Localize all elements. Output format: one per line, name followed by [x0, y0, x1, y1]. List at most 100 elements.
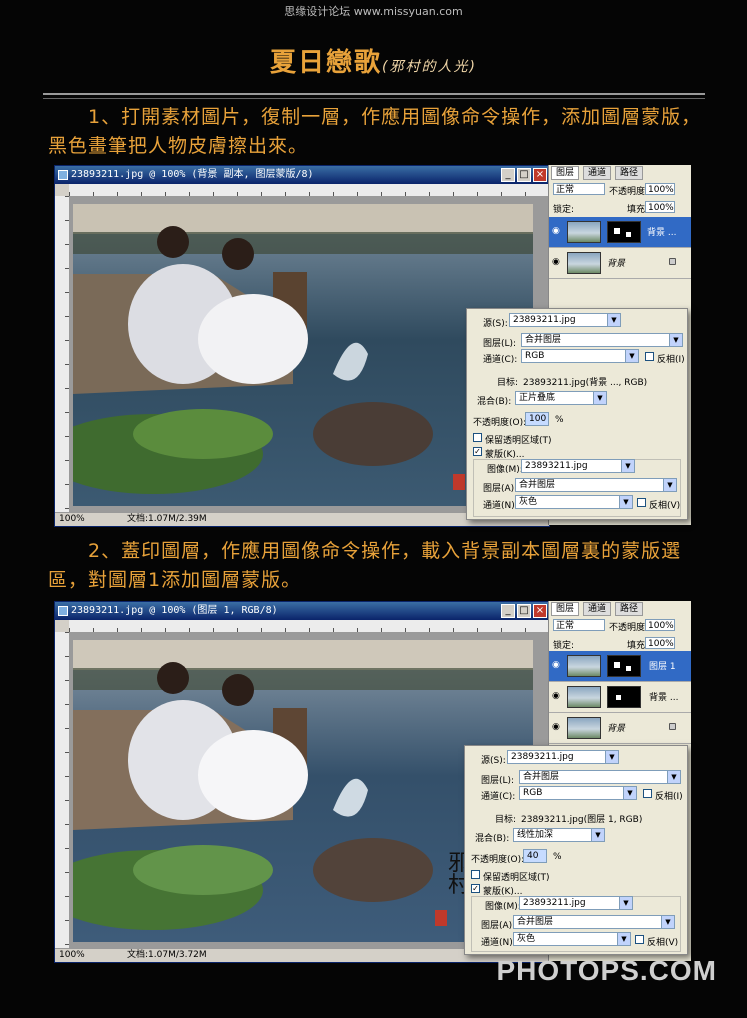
maximize-button[interactable]: □	[517, 168, 531, 182]
step1-text: 1、打開素材圖片，復制一層，作應用圖像命令操作，添加圖層蒙版，黑色畫筆把人物皮膚…	[48, 106, 702, 157]
window-titlebar[interactable]: 23893211.jpg @ 100% (背景 副本, 图层蒙版/8)	[55, 166, 549, 184]
opacity-label: 不透明度(O):	[471, 855, 525, 865]
mask-image-select[interactable]: 23893211.jpg ▼	[521, 459, 635, 473]
opacity-input[interactable]: 40	[523, 849, 547, 863]
maximize-button[interactable]: □	[517, 604, 531, 618]
chevron-down-icon: ▼	[593, 392, 606, 404]
layer-select[interactable]: 合并图层 ▼	[521, 333, 683, 347]
opacity-label: 不透明度:	[609, 187, 649, 197]
invert-checkbox[interactable]	[645, 352, 654, 361]
layer-row[interactable]: ◉ 背景 ...	[549, 217, 691, 248]
channel-select[interactable]: RGB ▼	[519, 786, 637, 800]
invert-label: 反相(I)	[657, 355, 685, 365]
chevron-down-icon: ▼	[625, 350, 638, 362]
mask-channel-value: 灰色	[517, 934, 536, 944]
lock-icon	[669, 723, 676, 730]
site-watermark: 思缘设计论坛 www.missyuan.com	[284, 5, 463, 18]
eye-icon[interactable]: ◉	[552, 227, 562, 236]
layer-name: 背景 ...	[649, 693, 679, 703]
layer-thumbnail	[567, 221, 601, 243]
invert-checkbox[interactable]	[643, 789, 652, 798]
tab-channels[interactable]: 通道	[583, 166, 612, 180]
step2-text: 2、蓋印圖層，作應用圖像命令操作，載入背景副本圖層裏的蒙版選區，對圖層1添加圖層…	[48, 540, 682, 591]
chevron-down-icon: ▼	[621, 460, 634, 472]
tab-layers[interactable]: 图层	[551, 602, 580, 616]
mask-channel-select[interactable]: 灰色 ▼	[515, 495, 633, 509]
preserve-transparency-label: 保留透明区域(T)	[483, 873, 550, 883]
tab-paths[interactable]: 路径	[615, 602, 644, 616]
layer-row[interactable]: ◉ 背景 ...	[549, 682, 691, 713]
tab-paths[interactable]: 路径	[615, 166, 644, 180]
eye-icon[interactable]: ◉	[552, 692, 562, 701]
mask-layer-label: 图层(A):	[481, 921, 516, 931]
chevron-down-icon: ▼	[607, 314, 620, 326]
fill-input[interactable]: 100%	[645, 637, 675, 649]
layer-mask-thumbnail[interactable]	[607, 221, 641, 243]
layer-row[interactable]: ◉ 图层 1	[549, 651, 691, 682]
layer-thumbnail	[567, 252, 601, 274]
window-titlebar[interactable]: 23893211.jpg @ 100% (图层 1, RGB/8)	[55, 602, 549, 620]
channel-select[interactable]: RGB ▼	[521, 349, 639, 363]
photops-watermark: PHOTOPS.COM	[496, 955, 717, 986]
tab-channels[interactable]: 通道	[583, 602, 612, 616]
target-label: 目标:	[497, 378, 519, 388]
mask-checkbox[interactable]: ✓	[471, 884, 480, 893]
layer-select[interactable]: 合并图层 ▼	[519, 770, 681, 784]
percent-sign: %	[555, 415, 564, 425]
lock-label: 锁定:	[553, 205, 575, 215]
minimize-button[interactable]: _	[501, 168, 515, 182]
opacity-input[interactable]: 100%	[645, 183, 675, 195]
blend-mode-select[interactable]: 正常	[553, 619, 605, 631]
eye-icon[interactable]: ◉	[552, 723, 562, 732]
close-button[interactable]: ×	[533, 604, 547, 618]
mask-layer-select[interactable]: 合并图层 ▼	[513, 915, 675, 929]
close-button[interactable]: ×	[533, 168, 547, 182]
source-select[interactable]: 23893211.jpg ▼	[507, 750, 619, 764]
mask-layer-label: 图层(A):	[483, 484, 518, 494]
preserve-transparency-checkbox[interactable]	[471, 870, 480, 879]
mask-layer-select[interactable]: 合并图层 ▼	[515, 478, 677, 492]
minimize-button[interactable]: _	[501, 604, 515, 618]
mask-image-value: 23893211.jpg	[523, 898, 586, 908]
opacity-input[interactable]: 100%	[645, 619, 675, 631]
channel-label: 通道(C):	[481, 792, 516, 802]
photo-canvas[interactable]: 邪 村	[73, 204, 533, 506]
layer-row[interactable]: ◉ 背景	[549, 248, 691, 279]
invert-label: 反相(I)	[655, 792, 683, 802]
mask-image-select[interactable]: 23893211.jpg ▼	[519, 896, 633, 910]
step2-instructions: 2、蓋印圖層，作應用圖像命令操作，載入背景副本圖層裏的蒙版選區，對圖層1添加圖層…	[48, 537, 708, 595]
window-title: 23893211.jpg @ 100% (背景 副本, 图层蒙版/8)	[71, 169, 314, 180]
tab-layers[interactable]: 图层	[551, 166, 580, 180]
fill-input[interactable]: 100%	[645, 201, 675, 213]
layer-list: ◉ 图层 1 ◉ 背景 ... ◉ 背景	[549, 651, 691, 747]
layer-mask-thumbnail[interactable]	[607, 686, 641, 708]
preserve-transparency-label: 保留透明区域(T)	[485, 436, 552, 446]
blend-select[interactable]: 正片叠底 ▼	[515, 391, 607, 405]
preserve-transparency-checkbox[interactable]	[473, 433, 482, 442]
mask-channel-label: 通道(N):	[481, 938, 516, 948]
blend-label: 混合(B):	[475, 834, 510, 844]
blend-mode-select[interactable]: 正常	[553, 183, 605, 195]
zoom-level[interactable]: 100%	[59, 513, 85, 526]
eye-icon[interactable]: ◉	[552, 661, 562, 670]
mask-channel-select[interactable]: 灰色 ▼	[513, 932, 631, 946]
source-select[interactable]: 23893211.jpg ▼	[509, 313, 621, 327]
vertical-ruler[interactable]	[55, 632, 70, 948]
blend-select[interactable]: 线性加深 ▼	[513, 828, 605, 842]
zoom-level[interactable]: 100%	[59, 949, 85, 962]
source-label: 源(S):	[483, 319, 508, 329]
mask-checkbox[interactable]: ✓	[473, 447, 482, 456]
opacity-input[interactable]: 100	[525, 412, 549, 426]
mask-invert-checkbox[interactable]	[635, 935, 644, 944]
vertical-ruler[interactable]	[55, 196, 70, 512]
mask-invert-checkbox[interactable]	[637, 498, 646, 507]
eye-icon[interactable]: ◉	[552, 258, 562, 267]
blend-label: 混合(B):	[477, 397, 512, 407]
layer-list: ◉ 背景 ... ◉ 背景	[549, 217, 691, 287]
chevron-down-icon: ▼	[619, 496, 632, 508]
window-title: 23893211.jpg @ 100% (图层 1, RGB/8)	[71, 605, 278, 616]
chevron-down-icon: ▼	[669, 334, 682, 346]
layer-mask-thumbnail[interactable]	[607, 655, 641, 677]
chevron-down-icon: ▼	[663, 479, 676, 491]
layer-row[interactable]: ◉ 背景	[549, 713, 691, 744]
